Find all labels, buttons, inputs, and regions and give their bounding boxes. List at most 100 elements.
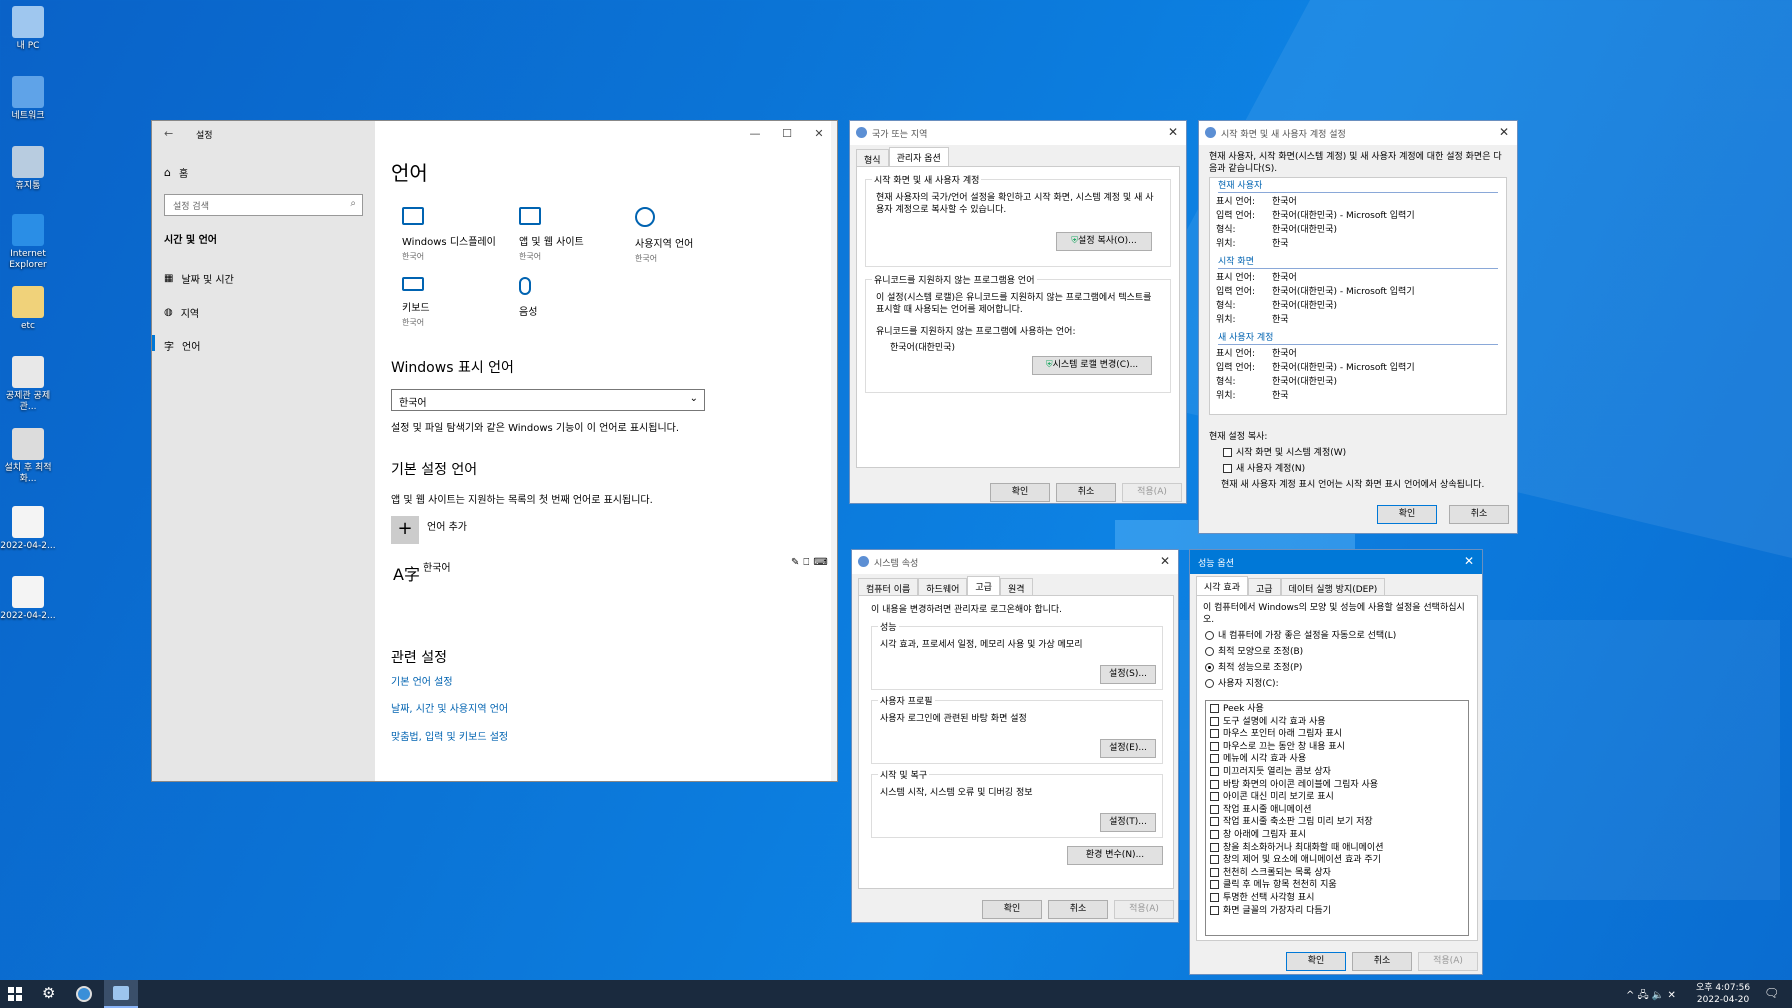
display-language-dropdown[interactable]: 한국어 ⌄ [391, 389, 705, 411]
cancel-button[interactable]: 취소 [1352, 952, 1412, 971]
checkbox[interactable] [1223, 448, 1232, 457]
windows-logo-icon[interactable] [8, 987, 22, 1001]
search-input[interactable]: 설정 검색 ⌕ [164, 194, 363, 216]
desktop-icon[interactable]: Internet Explorer [0, 214, 56, 271]
effect-option[interactable]: 창의 제어 및 요소에 애니메이션 효과 주기 [1210, 854, 1381, 866]
checkbox[interactable] [1210, 804, 1219, 814]
checkbox[interactable] [1210, 741, 1219, 751]
effect-option[interactable]: Peek 사용 [1210, 703, 1264, 715]
effect-option[interactable]: 도구 설명에 시각 효과 사용 [1210, 716, 1326, 728]
effect-option[interactable]: 화면 글꼴의 가장자리 다듬기 [1210, 905, 1331, 917]
gear-icon[interactable]: ⚙ [42, 984, 55, 1002]
effect-option[interactable]: 아이콘 대신 미리 보기로 표시 [1210, 791, 1334, 803]
effect-option[interactable]: 마우스로 끄는 동안 창 내용 표시 [1210, 741, 1345, 753]
ok-button[interactable]: 확인 [1377, 505, 1437, 524]
desktop-icon[interactable]: 2022-04-2... [0, 506, 56, 552]
desktop-icon[interactable]: 휴지통 [0, 146, 56, 192]
close-icon[interactable]: ✕ [1168, 125, 1178, 139]
checkbox-new-user[interactable]: 새 사용자 계정(N) [1223, 463, 1305, 475]
checkbox[interactable] [1210, 716, 1219, 726]
tray-icons[interactable]: ^ 🖧 🔈 ✕ [1626, 988, 1676, 1005]
apply-button[interactable]: 적용(A) [1418, 952, 1478, 971]
cancel-button[interactable]: 취소 [1056, 483, 1116, 502]
add-language-button[interactable]: + [391, 516, 419, 544]
scrollbar[interactable] [831, 121, 837, 781]
language-item[interactable]: 한국어 [423, 559, 451, 574]
apply-button[interactable]: 적용(A) [1114, 900, 1174, 919]
checkbox[interactable] [1210, 767, 1219, 776]
radio[interactable] [1205, 631, 1214, 640]
desktop-icon[interactable]: etc [0, 286, 56, 332]
ok-button[interactable]: 확인 [990, 483, 1050, 502]
sidebar-item-language[interactable]: 字 언어 [164, 338, 200, 353]
link-spelling-keyboard[interactable]: 맞춤법, 입력 및 키보드 설정 [391, 728, 508, 743]
desktop-icon[interactable]: 네트워크 [0, 76, 56, 122]
effect-option[interactable]: 작업 표시줄 축소판 그림 미리 보기 저장 [1210, 816, 1373, 828]
sidebar-item-home[interactable]: ⌂ 홈 [164, 165, 188, 180]
maximize-button[interactable]: ☐ [773, 127, 801, 140]
performance-settings-button[interactable]: 설정(S)... [1100, 665, 1156, 684]
effect-option[interactable]: 마우스 포인터 아래 그림자 표시 [1210, 728, 1342, 740]
ok-button[interactable]: 확인 [1286, 952, 1346, 971]
cancel-button[interactable]: 취소 [1449, 505, 1509, 524]
change-locale-button[interactable]: ⛨시스템 로캘 변경(C)... [1032, 356, 1152, 375]
cancel-button[interactable]: 취소 [1048, 900, 1108, 919]
environment-variables-button[interactable]: 환경 변수(N)... [1067, 846, 1163, 865]
sidebar-item-datetime[interactable]: ▦ 날짜 및 시간 [164, 271, 234, 286]
tile-keyboard[interactable]: 키보드 한국어 [402, 277, 512, 328]
ok-button[interactable]: 확인 [982, 900, 1042, 919]
desktop-icon[interactable]: 2022-04-2... [0, 576, 56, 622]
effect-option[interactable]: 천천히 스크롤되는 목록 상자 [1210, 867, 1331, 879]
checkbox[interactable] [1210, 779, 1219, 789]
effect-option[interactable]: 미끄러지듯 열리는 콤보 상자 [1210, 766, 1331, 778]
effect-option[interactable]: 클릭 후 메뉴 항목 천천히 지움 [1210, 879, 1337, 891]
radio-option[interactable]: 최적 모양으로 조정(B) [1205, 646, 1303, 658]
active-app-button[interactable] [104, 980, 138, 1008]
radio[interactable] [1205, 663, 1214, 672]
tile-windows-display[interactable]: Windows 디스플레이 한국어 [402, 207, 512, 262]
radio-option[interactable]: 내 컴퓨터에 가장 좋은 설정을 자동으로 선택(L) [1205, 630, 1396, 642]
checkbox[interactable] [1210, 817, 1219, 827]
apply-button[interactable]: 적용(A) [1122, 483, 1182, 502]
control-panel-icon[interactable] [76, 986, 92, 1002]
desktop-icon[interactable]: 내 PC [0, 6, 56, 52]
effect-option[interactable]: 창을 최소화하거나 최대화할 때 애니메이션 [1210, 842, 1384, 854]
effect-option[interactable]: 투명한 선택 사각형 표시 [1210, 892, 1314, 904]
link-date-region[interactable]: 날짜, 시간 및 사용지역 언어 [391, 700, 508, 715]
close-icon[interactable]: ✕ [1160, 554, 1170, 568]
minimize-button[interactable]: — [741, 127, 769, 140]
radio-option[interactable]: 최적 성능으로 조정(P) [1205, 662, 1302, 674]
checkbox-system-account[interactable]: 시작 화면 및 시스템 계정(W) [1223, 447, 1346, 459]
close-icon[interactable]: ✕ [1464, 554, 1474, 568]
effect-option[interactable]: 바탕 화면의 아이콘 레이블에 그림자 사용 [1210, 779, 1378, 791]
effects-list[interactable]: Peek 사용 도구 설명에 시각 효과 사용 마우스 포인터 아래 그림자 표시 마… [1205, 700, 1469, 936]
effect-option[interactable]: 작업 표시줄 애니메이션 [1210, 804, 1312, 816]
checkbox[interactable] [1210, 704, 1219, 713]
radio-option[interactable]: 사용자 지정(C): [1205, 678, 1279, 690]
tile-regional-format[interactable]: 사용지역 언어 한국어 [635, 207, 745, 264]
desktop-icon[interactable]: 설치 후 최적화... [0, 428, 56, 485]
desktop-icon[interactable]: 공제관 공제관... [0, 356, 56, 413]
checkbox[interactable] [1210, 729, 1219, 739]
copy-settings-button[interactable]: ⛨설정 복사(O)... [1056, 232, 1152, 251]
checkbox[interactable] [1210, 867, 1219, 877]
checkbox[interactable] [1223, 464, 1232, 473]
add-language-label[interactable]: 언어 추가 [427, 518, 467, 533]
profile-settings-button[interactable]: 설정(E)... [1100, 739, 1156, 758]
clock[interactable]: 오후 4:07:56 2022-04-20 [1696, 982, 1750, 1006]
back-button[interactable]: ← [164, 127, 173, 140]
checkbox[interactable] [1210, 792, 1219, 802]
effect-option[interactable]: 창 아래에 그림자 표시 [1210, 829, 1306, 841]
tile-apps-websites[interactable]: 앱 및 웹 사이트 한국어 [519, 207, 629, 262]
checkbox[interactable] [1210, 754, 1219, 764]
tile-speech[interactable]: 음성 [519, 277, 629, 318]
notification-icon[interactable]: 🗨 [1764, 986, 1779, 1000]
radio[interactable] [1205, 679, 1214, 688]
effect-option[interactable]: 메뉴에 시각 효과 사용 [1210, 753, 1306, 765]
checkbox[interactable] [1210, 842, 1219, 852]
checkbox[interactable] [1210, 855, 1219, 865]
sidebar-item-region[interactable]: ◍ 지역 [164, 305, 199, 320]
checkbox[interactable] [1210, 893, 1219, 902]
link-admin-language[interactable]: 기본 언어 설정 [391, 673, 453, 688]
close-icon[interactable]: ✕ [1499, 125, 1509, 139]
